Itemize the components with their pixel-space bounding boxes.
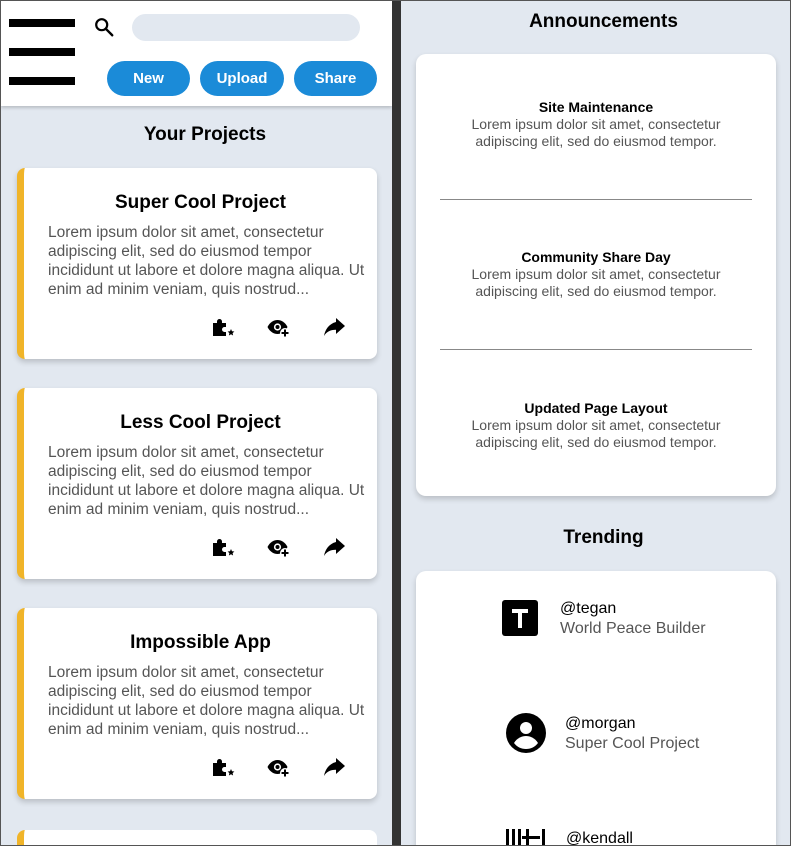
trending-subtitle: World Peace Builder	[560, 620, 706, 637]
project-card[interactable]: Super Cool Project Lorem ipsum dolor sit…	[17, 168, 377, 359]
projects-panel: New Upload Share Your Projects Super Coo…	[1, 1, 392, 845]
hamburger-line	[9, 77, 75, 85]
account-circle-icon	[506, 713, 546, 753]
project-title: Super Cool Project	[114, 192, 287, 213]
announcement-separator	[440, 199, 752, 200]
projects-heading: Your Projects	[143, 124, 267, 145]
column-divider	[392, 1, 401, 845]
announcement-text-line: Lorem ipsum dolor sit amet, consectetur	[471, 417, 721, 433]
project-description: Lorem ipsum dolor sit amet, consectetur …	[48, 664, 365, 738]
watch-add-icon[interactable]	[266, 536, 292, 560]
search-icon[interactable]	[93, 16, 115, 38]
announcement-separator	[440, 349, 752, 350]
upload-button[interactable]: Upload	[200, 61, 284, 96]
trending-item[interactable]: @morgan Super Cool Project	[506, 713, 766, 757]
app-frame: New Upload Share Your Projects Super Coo…	[0, 0, 791, 846]
announcement-text-line: Lorem ipsum dolor sit amet, consectetur	[471, 116, 721, 132]
hamburger-menu-icon[interactable]	[9, 19, 75, 87]
share-arrow-icon[interactable]	[322, 316, 348, 340]
watch-add-icon[interactable]	[266, 316, 292, 340]
trending-item[interactable]: @tegan World Peace Builder	[502, 600, 762, 644]
announcement-title: Community Share Day	[521, 249, 671, 265]
project-title: Less Cool Project	[120, 412, 281, 433]
extension-star-icon[interactable]	[210, 756, 236, 780]
trending-handle: @kendall	[566, 830, 633, 846]
announcement-text-line: adipiscing elit, sed do eiusmod tempor.	[475, 133, 717, 149]
announcement-text-line: adipiscing elit, sed do eiusmod tempor.	[475, 283, 717, 299]
hamburger-line	[9, 19, 75, 27]
trending-subtitle: Super Cool Project	[565, 735, 700, 752]
project-description: Lorem ipsum dolor sit amet, consectetur …	[48, 444, 365, 518]
announcements-card: Site Maintenance Lorem ipsum dolor sit a…	[416, 54, 776, 496]
project-title: Impossible App	[130, 632, 271, 653]
watch-add-icon[interactable]	[266, 756, 292, 780]
announcement-item[interactable]: Site Maintenance Lorem ipsum dolor sit a…	[416, 98, 776, 150]
share-arrow-icon[interactable]	[322, 756, 348, 780]
trending-card: @tegan World Peace Builder @morgan Super…	[416, 571, 776, 846]
announcement-title: Site Maintenance	[538, 99, 654, 115]
new-button[interactable]: New	[107, 61, 190, 96]
hamburger-line	[9, 48, 75, 56]
trending-heading: Trending	[563, 527, 644, 548]
trending-item[interactable]: @kendall	[506, 827, 766, 846]
announcement-text-line: Lorem ipsum dolor sit amet, consectetur	[471, 266, 721, 282]
letter-t-icon	[502, 600, 538, 636]
barcode-icon	[506, 829, 545, 845]
announcement-item[interactable]: Community Share Day Lorem ipsum dolor si…	[416, 248, 776, 300]
announcement-item[interactable]: Updated Page Layout Lorem ipsum dolor si…	[416, 399, 776, 451]
project-card[interactable]: Less Cool Project Lorem ipsum dolor sit …	[17, 388, 377, 579]
announcement-title: Updated Page Layout	[524, 400, 668, 416]
share-button[interactable]: Share	[294, 61, 377, 96]
top-toolbar: New Upload Share	[1, 1, 392, 106]
announcement-text-line: adipiscing elit, sed do eiusmod tempor.	[475, 434, 717, 450]
share-arrow-icon[interactable]	[322, 536, 348, 560]
search-input[interactable]	[132, 14, 360, 41]
project-description: Lorem ipsum dolor sit amet, consectetur …	[48, 224, 365, 298]
extension-star-icon[interactable]	[210, 536, 236, 560]
extension-star-icon[interactable]	[210, 316, 236, 340]
trending-handle: @tegan	[560, 600, 617, 617]
project-card[interactable]: Impossible App Lorem ipsum dolor sit ame…	[17, 608, 377, 799]
feed-panel: Announcements Site Maintenance Lorem ips…	[401, 1, 790, 846]
project-card-partial[interactable]	[17, 830, 377, 845]
announcements-heading: Announcements	[529, 11, 678, 32]
trending-handle: @morgan	[565, 715, 636, 732]
